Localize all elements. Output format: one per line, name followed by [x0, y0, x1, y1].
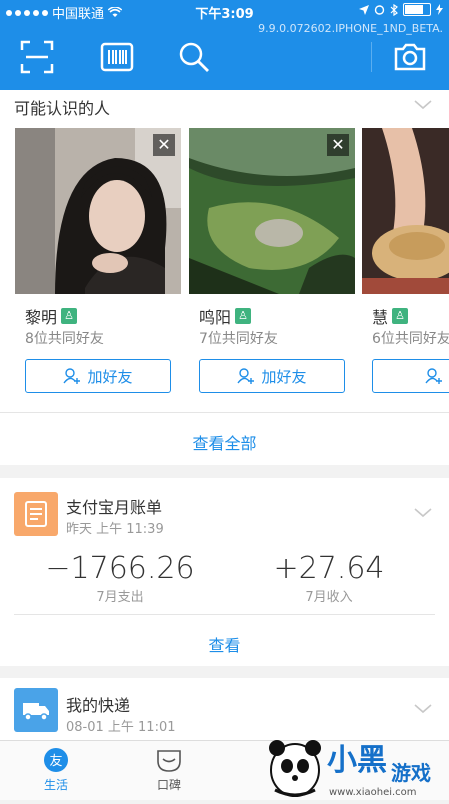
person-card-3[interactable]: 慧 ♙ 6位共同好友 加 [362, 128, 449, 408]
koubei-icon [157, 750, 181, 772]
person-name: 慧 [372, 308, 389, 327]
chevron-down-icon[interactable] [414, 100, 432, 110]
svg-text:友: 友 [49, 753, 62, 769]
divider [0, 412, 449, 413]
add-friend-button[interactable]: 加 [372, 359, 449, 393]
bill-title: 支付宝月账单 [66, 498, 163, 517]
tab-life[interactable]: 友 生活 [16, 747, 96, 793]
person-name: 鸣阳 [199, 308, 232, 327]
charging-icon [436, 4, 443, 15]
top-toolbar: 9.9.0.072602.IPHONE_1ND_BETA. [0, 22, 449, 90]
dismiss-close-icon[interactable]: ✕ [327, 134, 349, 156]
view-bill-link[interactable]: 查看 [0, 632, 449, 656]
add-user-icon [425, 368, 443, 384]
verified-user-icon: ♙ [61, 308, 78, 324]
scan-icon[interactable] [20, 40, 54, 74]
chevron-down-icon[interactable] [414, 704, 432, 714]
add-friend-button[interactable]: 加好友 [199, 359, 345, 393]
truck-icon [14, 688, 58, 732]
add-user-icon [237, 368, 255, 384]
income-amount: +27.64 [273, 551, 385, 586]
camera-icon[interactable] [393, 40, 427, 74]
expense-amount: −1766.26 [45, 551, 195, 586]
verified-user-icon: ♙ [392, 308, 409, 324]
divider [14, 614, 435, 615]
barcode-icon[interactable] [100, 40, 134, 74]
mutual-friends-count: 7位共同好友 [199, 331, 278, 347]
person-name-row: 鸣阳 ♙ [199, 304, 252, 328]
income-label: 7月收入 [305, 590, 353, 605]
toolbar-divider [371, 42, 372, 72]
person-name-row: 黎明 ♙ [25, 304, 78, 328]
person-photo[interactable]: ✕ [189, 128, 355, 294]
bill-timestamp: 昨天 上午 11:39 [66, 522, 164, 537]
people-you-may-know-card: 可能认识的人 ✕ 黎明 ♙ 8位共同好友 加好友 ✕ 鸣阳 ♙ 7位共同好友 加… [0, 90, 449, 465]
delivery-timestamp: 08-01 上午 11:01 [66, 720, 176, 735]
person-photo[interactable] [362, 128, 449, 294]
view-all-link[interactable]: 查看全部 [0, 430, 449, 454]
watermark-logo: 小黑 游戏 www.xiaohei.com [245, 730, 445, 800]
mutual-friends-count: 6位共同好友 [372, 331, 449, 347]
svg-text:游戏: 游戏 [391, 761, 431, 785]
build-version: 9.9.0.072602.IPHONE_1ND_BETA. [258, 22, 443, 35]
add-friend-label: 加好友 [87, 367, 133, 386]
bill-document-icon [14, 492, 58, 536]
tab-koubei[interactable]: 口碑 [129, 747, 209, 793]
alarm-icon [374, 5, 385, 15]
life-icon: 友 [44, 748, 68, 772]
search-icon[interactable] [177, 40, 211, 74]
expense-label: 7月支出 [96, 590, 144, 605]
location-arrow-icon [359, 4, 369, 15]
svg-text:小黑: 小黑 [327, 743, 387, 778]
add-friend-button[interactable]: 加好友 [25, 359, 171, 393]
add-friend-label: 加好友 [261, 367, 307, 386]
status-right [359, 3, 443, 16]
battery-icon [403, 3, 431, 16]
person-name-row: 慧 ♙ [372, 304, 409, 328]
mutual-friends-count: 8位共同好友 [25, 331, 104, 347]
delivery-title: 我的快递 [66, 696, 131, 715]
person-photo[interactable]: ✕ [15, 128, 181, 294]
tab-label: 口碑 [156, 778, 181, 792]
dismiss-close-icon[interactable]: ✕ [153, 134, 175, 156]
monthly-bill-card: 支付宝月账单 昨天 上午 11:39 −1766.26 7月支出 +27.64 … [0, 478, 449, 666]
add-user-icon [63, 368, 81, 384]
bluetooth-icon [390, 3, 398, 16]
status-bar: 中国联通 下午3:09 [0, 0, 449, 22]
tab-label: 生活 [43, 778, 68, 792]
svg-text:www.xiaohei.com: www.xiaohei.com [329, 787, 417, 798]
section-title: 可能认识的人 [14, 99, 111, 118]
person-name: 黎明 [25, 308, 58, 327]
chevron-down-icon[interactable] [414, 508, 432, 518]
verified-user-icon: ♙ [235, 308, 252, 324]
